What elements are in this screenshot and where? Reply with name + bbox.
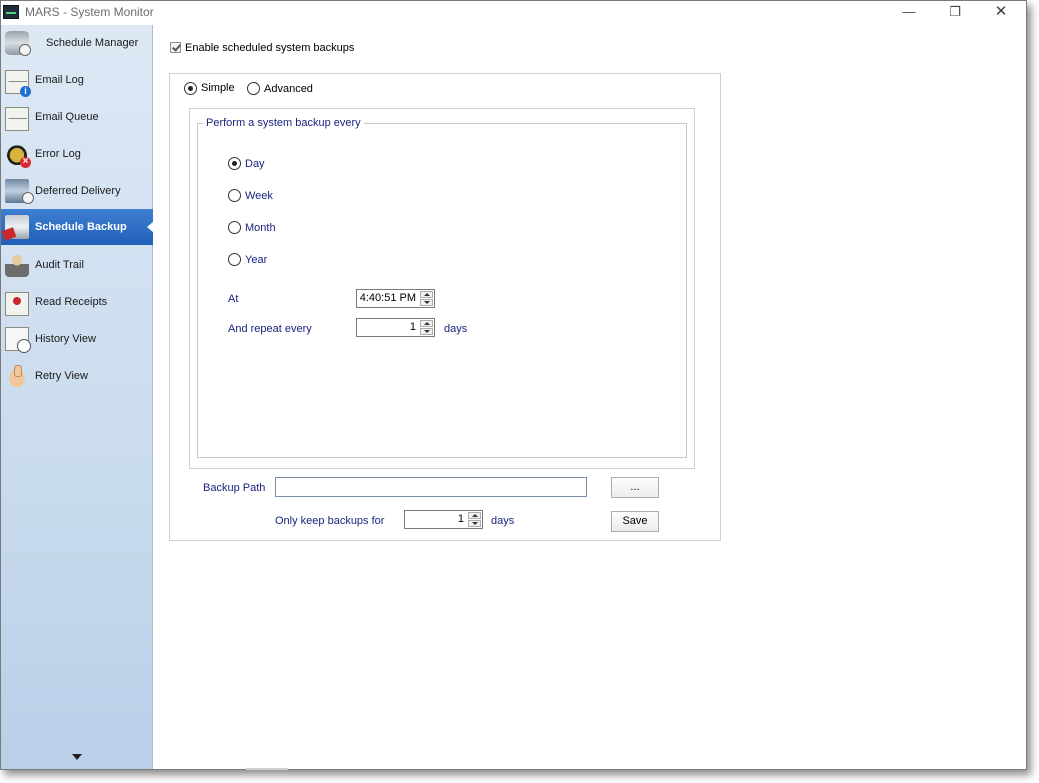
- database-clock-icon: [5, 31, 31, 56]
- backup-path-input[interactable]: [275, 477, 587, 497]
- minimize-button[interactable]: —: [886, 1, 932, 25]
- audit-person-icon: [5, 253, 29, 277]
- sidebar-item-label: Read Receipts: [35, 296, 108, 308]
- keep-days-value: 1: [457, 513, 464, 525]
- frequency-week-radio[interactable]: [228, 189, 241, 202]
- spinner-up-icon[interactable]: [468, 512, 481, 519]
- app-monitor-icon: [3, 5, 19, 19]
- keep-days-stepper[interactable]: 1: [404, 510, 483, 529]
- sidebar-item-schedule-backup[interactable]: Schedule Backup: [1, 209, 154, 245]
- maximize-button[interactable]: ❐: [932, 1, 978, 25]
- frequency-group: [197, 123, 687, 458]
- frequency-group-title: Perform a system backup every: [203, 117, 364, 129]
- window-title: MARS - System Monitor: [25, 5, 154, 19]
- server-clock-icon: [5, 179, 34, 204]
- bug-error-icon: [5, 142, 31, 168]
- keep-days-unit: days: [491, 515, 515, 527]
- sidebar-item-label: Schedule Manager: [46, 37, 139, 49]
- sidebar-item-email-log[interactable]: Email Log: [1, 62, 153, 98]
- at-label: At: [228, 293, 239, 305]
- sidebar-item-label: History View: [35, 333, 96, 345]
- email-info-icon: [5, 70, 31, 97]
- enable-backups-label: Enable scheduled system backups: [185, 42, 355, 54]
- frequency-year-radio[interactable]: [228, 253, 241, 266]
- sidebar-nav: Schedule Manager Email Log Email Queue E…: [1, 25, 154, 769]
- spinner-down-icon[interactable]: [420, 328, 433, 335]
- sidebar-item-read-receipts[interactable]: Read Receipts: [1, 284, 153, 320]
- frequency-day-label: Day: [245, 158, 265, 170]
- repeat-days-unit: days: [444, 323, 468, 335]
- sidebar-item-label: Email Queue: [35, 111, 99, 123]
- backup-time-value: 4:40:51 PM: [359, 292, 416, 304]
- advanced-mode-label: Advanced: [264, 83, 313, 95]
- save-button[interactable]: Save: [611, 511, 659, 532]
- spinner-up-icon[interactable]: [420, 320, 433, 327]
- frequency-year-label: Year: [245, 254, 268, 266]
- time-spinner: [420, 291, 433, 306]
- sidebar-item-email-queue[interactable]: Email Queue: [1, 99, 153, 135]
- close-button[interactable]: ✕: [978, 1, 1024, 25]
- spinner-down-icon[interactable]: [420, 299, 433, 306]
- browse-path-button[interactable]: ...: [611, 477, 659, 498]
- keep-spinner: [468, 512, 481, 527]
- advanced-mode-radio[interactable]: [247, 82, 260, 95]
- repeat-every-label: And repeat every: [228, 323, 312, 335]
- history-icon: [5, 327, 31, 353]
- read-receipt-icon: [5, 292, 29, 316]
- backup-time-picker[interactable]: 4:40:51 PM: [356, 289, 435, 308]
- spinner-down-icon[interactable]: [468, 520, 481, 527]
- repeat-days-stepper[interactable]: 1: [356, 318, 435, 337]
- sidebar-item-label: Email Log: [35, 74, 84, 86]
- keep-backups-label: Only keep backups for: [275, 515, 385, 527]
- sidebar-item-label: Audit Trail: [35, 259, 84, 271]
- backup-path-label: Backup Path: [203, 482, 266, 494]
- frequency-month-label: Month: [245, 222, 276, 234]
- repeat-days-value: 1: [409, 321, 416, 333]
- sidebar-item-retry-view[interactable]: Retry View: [1, 358, 153, 394]
- thumbs-up-icon: [5, 364, 29, 388]
- sidebar-item-history-view[interactable]: History View: [1, 321, 153, 357]
- simple-mode-radio[interactable]: [184, 82, 197, 95]
- enable-backups-checkbox[interactable]: [170, 42, 181, 53]
- schedule-backup-panel: Enable scheduled system backups Simple A…: [154, 25, 1026, 769]
- sidebar-item-deferred-delivery[interactable]: Deferred Delivery: [1, 173, 153, 209]
- spinner-up-icon[interactable]: [420, 291, 433, 298]
- sidebar-item-label: Deferred Delivery: [35, 185, 121, 197]
- backup-icon: [5, 215, 29, 239]
- envelope-icon: [5, 107, 29, 131]
- simple-mode-label: Simple: [201, 82, 235, 94]
- app-window: MARS - System Monitor — ❐ ✕ Schedule Man…: [0, 0, 1027, 770]
- frequency-week-label: Week: [245, 190, 273, 202]
- frequency-month-radio[interactable]: [228, 221, 241, 234]
- title-bar: MARS - System Monitor — ❐ ✕: [1, 1, 1026, 25]
- sidebar-item-label: Retry View: [35, 370, 88, 382]
- taskbar-indicator: [246, 768, 288, 770]
- frequency-day-radio[interactable]: [228, 157, 241, 170]
- sidebar-overflow-arrow-icon[interactable]: [72, 754, 82, 760]
- sidebar-item-label: Error Log: [35, 148, 81, 160]
- repeat-spinner: [420, 320, 433, 335]
- sidebar-item-error-log[interactable]: Error Log: [1, 136, 153, 172]
- sidebar-item-label: Schedule Backup: [35, 221, 127, 233]
- sidebar-item-audit-trail[interactable]: Audit Trail: [1, 247, 153, 283]
- sidebar-item-schedule-manager[interactable]: Schedule Manager: [1, 25, 153, 61]
